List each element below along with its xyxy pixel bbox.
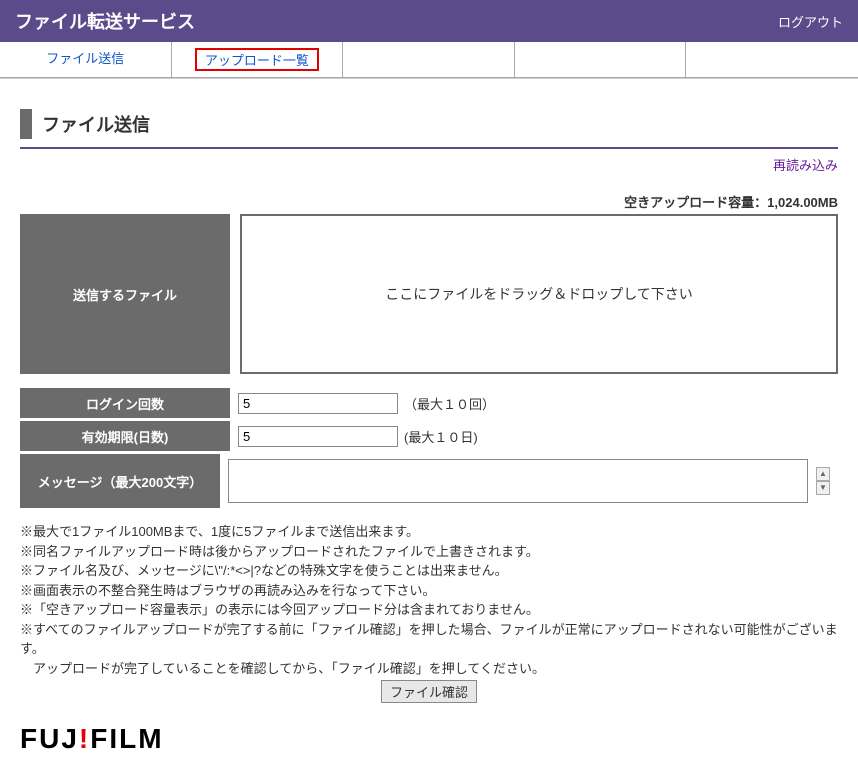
note-line: ※画面表示の不整合発生時はブラウザの再読み込みを行なって下さい。: [20, 581, 838, 601]
expire-input[interactable]: [238, 426, 398, 447]
upload-capacity: 空きアップロード容量：1,024.00MB: [20, 192, 838, 211]
login-count-input[interactable]: [238, 393, 398, 414]
divider: [20, 147, 838, 149]
expire-label: 有効期限(日数): [20, 421, 230, 451]
tab-empty-1: [343, 42, 515, 78]
section-accent: [20, 109, 32, 139]
note-line: ※「空きアップロード容量表示」の表示には今回アップロード分は含まれておりません。: [20, 600, 838, 620]
tabs-bar: ファイル送信 アップロード一覧: [0, 42, 858, 79]
login-count-row: ログイン回数 （最大１０回）: [20, 388, 838, 418]
section-title: ファイル送信: [42, 111, 150, 137]
notes-block: ※最大で1ファイル100MBまで、1度に5ファイルまで送信出来ます。 ※同名ファ…: [20, 522, 838, 678]
tab-empty-3: [686, 42, 858, 78]
header-title: ファイル転送サービス: [15, 8, 195, 34]
tab-upload-list[interactable]: アップロード一覧: [172, 42, 344, 78]
note-line: ※すべてのファイルアップロードが完了する前に「ファイル確認」を押した場合、ファイ…: [20, 620, 838, 659]
login-count-label: ログイン回数: [20, 388, 230, 418]
textarea-scroll: ▲ ▼: [816, 467, 830, 495]
footer: FUJ!FILM: [0, 703, 858, 775]
app-header: ファイル転送サービス ログアウト: [0, 0, 858, 42]
section-title-bar: ファイル送信: [20, 109, 838, 139]
login-count-hint: （最大１０回）: [404, 394, 495, 413]
reload-link[interactable]: 再読み込み: [20, 155, 838, 174]
expire-row: 有効期限(日数) (最大１０日): [20, 421, 838, 451]
scroll-down-icon[interactable]: ▼: [816, 481, 830, 495]
scroll-up-icon[interactable]: ▲: [816, 467, 830, 481]
note-line: ※最大で1ファイル100MBまで、1度に5ファイルまで送信出来ます。: [20, 522, 838, 542]
tab-file-send[interactable]: ファイル送信: [0, 42, 172, 78]
logout-link[interactable]: ログアウト: [778, 12, 843, 31]
tab-empty-2: [515, 42, 687, 78]
file-confirm-button[interactable]: ファイル確認: [381, 680, 477, 703]
note-line: ※ファイル名及び、メッセージに\"/:*<>|?などの特殊文字を使うことは出来ま…: [20, 561, 838, 581]
file-dropzone[interactable]: ここにファイルをドラッグ＆ドロップして下さい: [240, 214, 838, 374]
file-upload-row: 送信するファイル ここにファイルをドラッグ＆ドロップして下さい: [20, 214, 838, 374]
expire-hint: (最大１０日): [404, 427, 478, 446]
message-row: メッセージ（最大200文字） ▲ ▼: [20, 454, 838, 508]
dropzone-text: ここにファイルをドラッグ＆ドロップして下さい: [385, 284, 693, 304]
message-label: メッセージ（最大200文字）: [20, 454, 220, 508]
file-upload-label: 送信するファイル: [20, 214, 230, 374]
tab-upload-list-label: アップロード一覧: [195, 48, 319, 71]
note-line: ※同名ファイルアップロード時は後からアップロードされたファイルで上書きされます。: [20, 542, 838, 562]
message-textarea[interactable]: [228, 459, 808, 503]
note-line: アップロードが完了していることを確認してから、「ファイル確認」を押してください。: [20, 659, 838, 679]
